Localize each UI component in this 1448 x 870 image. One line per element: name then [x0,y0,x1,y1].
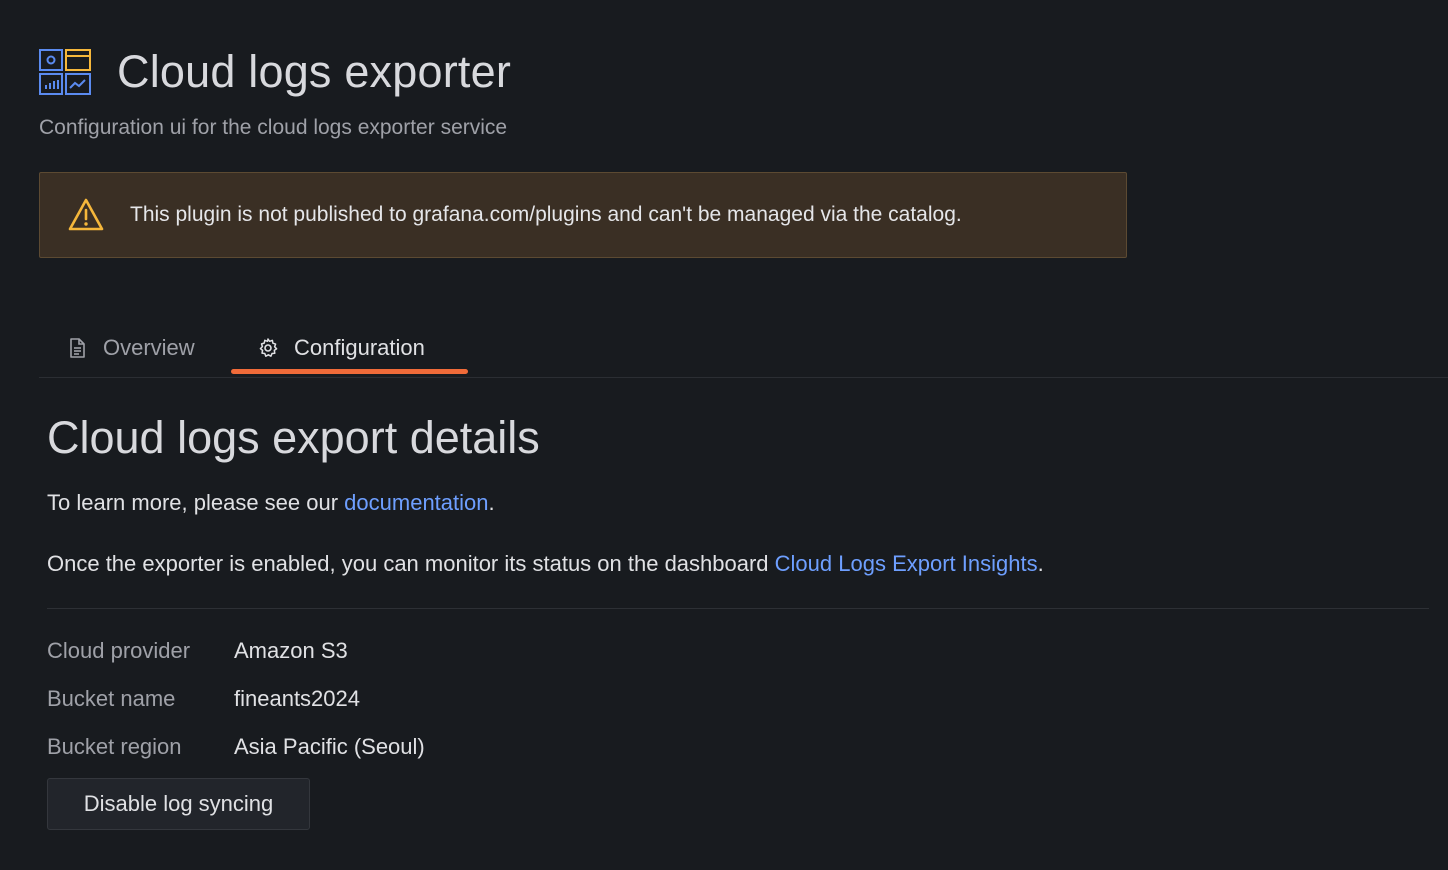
document-icon [70,337,85,358]
field-cloud-provider: Cloud provider Amazon S3 [47,638,348,664]
field-label: Bucket region [47,734,182,759]
field-value: Amazon S3 [234,638,348,663]
warning-triangle-icon [68,198,104,231]
page-header: Cloud logs exporter [39,46,511,98]
monitor-suffix: . [1037,551,1044,576]
tab-overview[interactable]: Overview [66,320,195,375]
divider [47,608,1429,609]
field-label: Bucket name [47,686,176,711]
monitor-prefix: Once the exporter is enabled, you can mo… [47,551,775,576]
warning-alert: This plugin is not published to grafana.… [39,172,1127,258]
monitor-text: Once the exporter is enabled, you can mo… [47,551,1044,577]
tab-configuration[interactable]: Configuration [257,320,425,375]
tab-bar: Overview Configuration [39,322,1448,378]
gear-icon [259,337,278,357]
field-bucket-region: Bucket region Asia Pacific (Seoul) [47,734,425,760]
dashboard-grid-icon [39,49,91,95]
learn-more-prefix: To learn more, please see our [47,490,345,515]
active-tab-indicator [231,369,468,374]
alert-message: This plugin is not published to grafana.… [130,203,962,226]
field-value: fineants2024 [234,686,360,711]
tab-overview-label: Overview [103,334,195,360]
learn-more-text: To learn more, please see our documentat… [47,490,495,516]
field-label: Cloud provider [47,638,191,663]
learn-more-suffix: . [488,490,495,515]
documentation-link[interactable]: documentation [344,490,488,515]
section-title: Cloud logs export details [47,412,540,463]
insights-dashboard-link[interactable]: Cloud Logs Export Insights [775,551,1038,576]
tab-configuration-label: Configuration [294,334,425,360]
page-title: Cloud logs exporter [117,46,512,97]
page-subtitle: Configuration ui for the cloud logs expo… [39,116,508,139]
field-bucket-name: Bucket name fineants2024 [47,686,360,712]
disable-log-syncing-button[interactable]: Disable log syncing [47,778,310,830]
field-value: Asia Pacific (Seoul) [234,734,425,759]
plugin-page: Cloud logs exporter Configuration ui for… [0,0,1448,870]
